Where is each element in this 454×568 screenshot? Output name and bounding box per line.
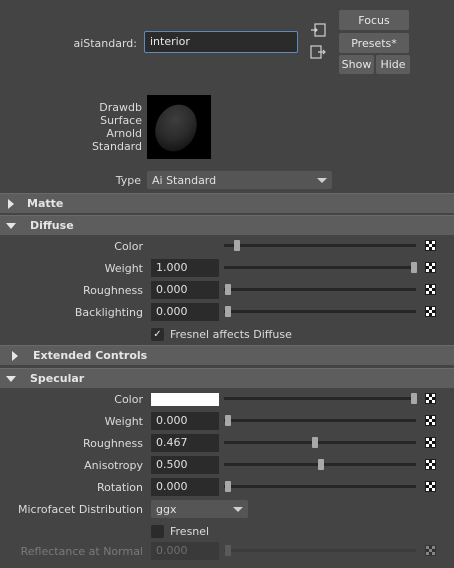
microfacet-distribution-dropdown[interactable]: ggx (151, 500, 248, 518)
specular-roughness-label: Roughness (82, 437, 143, 450)
show-button[interactable]: Show (339, 55, 374, 74)
material-sphere-preview (155, 104, 197, 152)
specular-roughness-input[interactable]: 0.467 (151, 434, 219, 452)
node-name-label: aiStandard: (73, 37, 137, 50)
swatch-label-line: Drawdb (99, 101, 142, 114)
focus-button[interactable]: Focus (339, 10, 409, 30)
type-dropdown-value: Ai Standard (152, 173, 217, 187)
type-label: Type (115, 174, 141, 187)
diffuse-backlighting-input[interactable]: 0.000 (151, 303, 219, 321)
microfacet-distribution-label: Microfacet Distribution (17, 503, 143, 516)
diffuse-color-label: Color (114, 240, 143, 253)
map-button-icon[interactable] (425, 262, 436, 273)
checkmark-icon: ✓ (153, 329, 162, 340)
section-title: Diffuse (30, 219, 74, 232)
section-title: Specular (30, 372, 85, 385)
map-button-icon[interactable] (425, 306, 436, 317)
reflectance-at-normal-input: 0.000 (151, 542, 219, 560)
dropdown-arrow-icon (317, 177, 327, 183)
specular-weight-slider-thumb[interactable] (225, 415, 231, 426)
diffuse-weight-input[interactable]: 1.000 (151, 259, 219, 277)
microfacet-distribution-value: ggx (156, 502, 177, 516)
map-button-icon (425, 545, 436, 556)
specular-color-swatch[interactable] (151, 393, 219, 406)
map-button-icon[interactable] (425, 459, 436, 470)
specular-roughness-slider-track[interactable] (224, 441, 416, 444)
reflectance-at-normal-slider-thumb (225, 545, 231, 556)
diffuse-roughness-slider-thumb[interactable] (225, 284, 231, 295)
diffuse-roughness-label: Roughness (82, 284, 143, 297)
section-extended-controls[interactable]: Extended Controls (0, 345, 454, 365)
diffuse-weight-slider-track[interactable] (224, 266, 416, 269)
diffuse-backlighting-slider-thumb[interactable] (225, 306, 231, 317)
map-button-icon[interactable] (425, 284, 436, 295)
specular-anisotropy-input[interactable]: 0.500 (151, 456, 219, 474)
swatch-label-line: Standard (91, 140, 142, 153)
specular-anisotropy-slider-thumb[interactable] (318, 459, 324, 470)
diffuse-backlighting-label: Backlighting (74, 306, 143, 319)
reflectance-at-normal-label: Reflectance at Normal (20, 545, 143, 558)
specular-rotation-slider-track[interactable] (224, 485, 416, 488)
specular-weight-label: Weight (104, 415, 143, 428)
material-swatch[interactable] (147, 95, 211, 159)
reflectance-at-normal-slider-track (224, 549, 416, 552)
collapse-arrow-icon (6, 375, 16, 382)
fresnel-affects-diffuse-checkbox[interactable]: ✓ (151, 328, 164, 341)
swatch-label-line: Arnold (106, 127, 142, 140)
specular-color-label: Color (114, 393, 143, 406)
section-specular[interactable]: Specular (0, 368, 454, 388)
diffuse-backlighting-slider-track[interactable] (224, 310, 416, 313)
map-button-icon[interactable] (425, 437, 436, 448)
section-matte[interactable]: Matte (0, 193, 454, 213)
dropdown-arrow-icon (233, 506, 243, 512)
specular-color-slider-track[interactable] (224, 397, 416, 400)
specular-anisotropy-label: Anisotropy (84, 459, 143, 472)
diffuse-color-slider-track[interactable] (224, 244, 416, 247)
specular-rotation-slider-thumb[interactable] (225, 481, 231, 492)
specular-weight-input[interactable]: 0.000 (151, 412, 219, 430)
specular-color-slider-thumb[interactable] (411, 393, 417, 404)
swatch-label: Drawdb Surface Arnold Standard (92, 101, 142, 153)
diffuse-roughness-input[interactable]: 0.000 (151, 281, 219, 299)
diffuse-color-slider-thumb[interactable] (234, 240, 241, 251)
collapse-arrow-icon (6, 222, 16, 229)
section-title: Extended Controls (33, 349, 148, 362)
map-button-icon[interactable] (425, 481, 436, 492)
expand-arrow-icon (8, 198, 14, 209)
swatch-label-line: Surface (100, 114, 142, 127)
map-button-icon[interactable] (425, 393, 436, 404)
node-name-input[interactable]: interior (144, 31, 298, 53)
expand-arrow-icon (12, 350, 18, 361)
output-connection-icon[interactable] (310, 45, 326, 59)
input-connection-icon[interactable] (310, 23, 326, 37)
map-button-icon[interactable] (425, 415, 436, 426)
specular-roughness-slider-thumb[interactable] (311, 437, 318, 448)
section-diffuse[interactable]: Diffuse (0, 215, 454, 235)
specular-rotation-input[interactable]: 0.000 (151, 478, 219, 496)
diffuse-weight-label: Weight (104, 262, 143, 275)
type-dropdown[interactable]: Ai Standard (147, 171, 332, 189)
specular-rotation-label: Rotation (96, 481, 143, 494)
section-title: Matte (27, 197, 64, 210)
specular-weight-slider-track[interactable] (224, 419, 416, 422)
fresnel-affects-diffuse-label: Fresnel affects Diffuse (170, 328, 292, 341)
presets-button[interactable]: Presets* (339, 33, 409, 53)
map-button-icon[interactable] (425, 240, 436, 251)
diffuse-weight-slider-thumb[interactable] (411, 262, 417, 273)
fresnel-checkbox[interactable] (151, 525, 164, 538)
diffuse-roughness-slider-track[interactable] (224, 288, 416, 291)
fresnel-label: Fresnel (170, 525, 210, 538)
hide-button[interactable]: Hide (376, 55, 410, 74)
